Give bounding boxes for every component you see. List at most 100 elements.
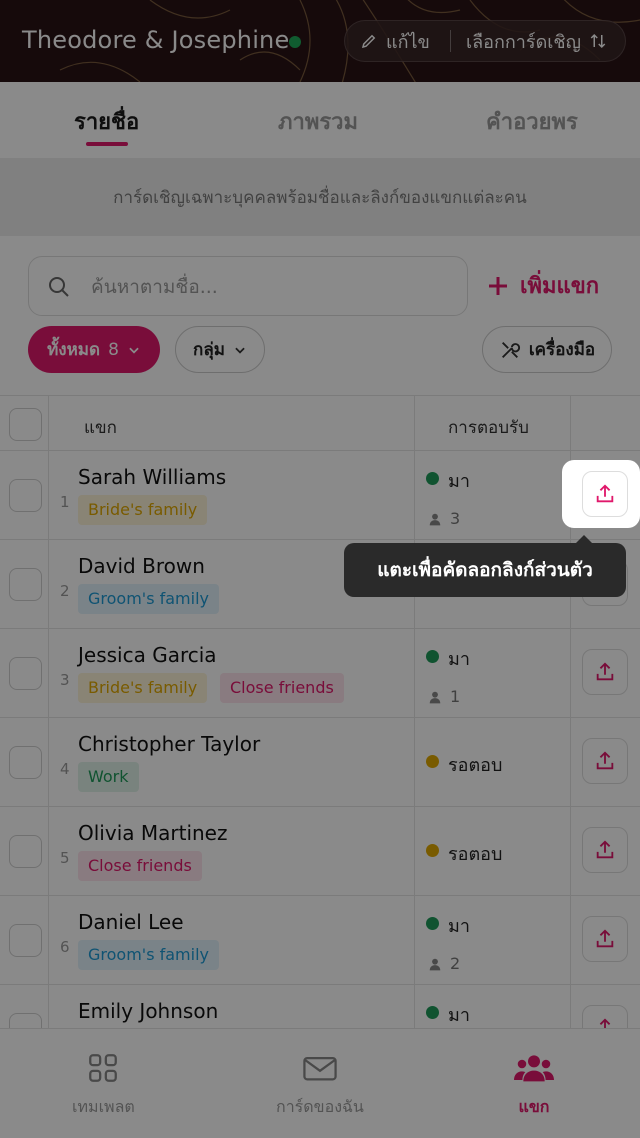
person-icon <box>429 513 441 525</box>
info-banner: การ์ดเชิญเฉพาะบุคคลพร้อมชื่อและลิงก์ของแ… <box>0 158 640 236</box>
tools-label: เครื่องมือ <box>528 340 596 360</box>
guest-name: Jessica Garcia <box>78 643 217 667</box>
share-icon <box>596 662 614 681</box>
choose-card-label: เลือกการ์ดเชิญ <box>466 31 581 53</box>
filter-group-label: กลุ่ม <box>193 340 225 360</box>
guest-name: Sarah Williams <box>78 465 227 489</box>
party-count: 2 <box>450 954 461 973</box>
rsvp-status-dot <box>426 1006 439 1019</box>
row-number: 2 <box>60 582 70 600</box>
table-header: แขก การตอบรับ <box>0 395 640 451</box>
share-link-button[interactable] <box>582 738 628 784</box>
tools-icon <box>501 341 520 358</box>
search-icon <box>49 277 69 297</box>
share-icon <box>596 840 614 859</box>
choose-card-button[interactable]: เลือกการ์ดเชิญ <box>466 22 607 60</box>
row-checkbox[interactable] <box>9 568 42 601</box>
pencil-icon <box>361 34 376 49</box>
share-link-button[interactable] <box>582 649 628 695</box>
filter-all-count: 8 <box>108 339 119 360</box>
online-status-dot <box>289 36 301 48</box>
header-bar: Theodore & Josephine แก้ไข เลือกการ์ดเชิ… <box>0 0 640 82</box>
row-checkbox[interactable] <box>9 746 42 779</box>
coachmark-highlight <box>562 460 640 528</box>
group-tag: Bride's family <box>78 673 208 703</box>
table-row[interactable]: 1 Sarah Williams Bride's family มา 3 <box>0 451 640 540</box>
row-checkbox[interactable] <box>9 924 42 957</box>
party-size: 3 <box>428 509 460 528</box>
group-tag: Groom's family <box>78 584 219 614</box>
rsvp-status-dot <box>426 650 439 663</box>
row-checkbox[interactable] <box>9 479 42 512</box>
tab-overview[interactable]: ภาพรวม <box>278 104 358 139</box>
tools-button[interactable]: เครื่องมือ <box>482 326 612 373</box>
edit-button[interactable]: แก้ไข <box>360 22 430 60</box>
table-row[interactable]: 3 Jessica Garcia Bride's family Close fr… <box>0 629 640 718</box>
chevron-down-icon <box>235 347 245 354</box>
grid-icon <box>89 1054 118 1082</box>
rsvp-status: มา <box>448 1005 470 1026</box>
share-link-button[interactable] <box>582 827 628 873</box>
rsvp-column-header: การตอบรับ <box>448 418 529 438</box>
search-input[interactable] <box>91 267 451 307</box>
nav-templates-label: เทมเพลต <box>72 1097 135 1116</box>
share-link-button[interactable] <box>582 916 628 962</box>
guest-name: Emily Johnson <box>78 999 219 1023</box>
guest-name: Daniel Lee <box>78 910 184 934</box>
people-icon <box>514 1055 554 1082</box>
nav-guests[interactable]: แขก <box>514 1051 554 1120</box>
nav-templates[interactable]: เทมเพลต <box>72 1051 135 1120</box>
rsvp-status: รอตอบ <box>448 844 503 865</box>
pill-divider <box>450 30 451 52</box>
rsvp-status: มา <box>448 649 470 670</box>
select-all-checkbox[interactable] <box>9 408 42 441</box>
edit-label: แก้ไข <box>386 31 430 53</box>
tab-list[interactable]: รายชื่อ <box>74 104 139 139</box>
table-row[interactable]: 5 Olivia Martinez Close friends รอตอบ <box>0 807 640 896</box>
group-tag: Close friends <box>220 673 344 703</box>
guest-name: Christopher Taylor <box>78 732 261 756</box>
group-tag: Groom's family <box>78 940 219 970</box>
nav-guests-label: แขก <box>518 1097 550 1116</box>
guest-name: Olivia Martinez <box>78 821 228 845</box>
coachmark-tooltip: แตะเพื่อคัดลอกลิงก์ส่วนตัว <box>344 535 626 597</box>
person-icon <box>429 958 441 970</box>
table-row[interactable]: 6 Daniel Lee Groom's family มา 2 <box>0 896 640 985</box>
event-title: Theodore & Josephine <box>22 26 290 54</box>
share-link-button[interactable] <box>582 471 628 517</box>
row-number: 3 <box>60 671 70 689</box>
row-number: 1 <box>60 493 70 511</box>
nav-my-cards-label: การ์ดของฉัน <box>276 1097 364 1116</box>
filter-all-label: ทั้งหมด <box>47 340 101 360</box>
add-guest-button[interactable]: เพิ่มแขก <box>486 268 599 303</box>
party-count: 1 <box>450 687 461 706</box>
row-number: 4 <box>60 760 70 778</box>
chevron-down-icon <box>129 347 139 354</box>
row-number: 6 <box>60 938 70 956</box>
nav-my-cards[interactable]: การ์ดของฉัน <box>276 1051 364 1120</box>
plus-icon <box>489 276 507 295</box>
share-icon <box>596 484 614 503</box>
row-number: 5 <box>60 849 70 867</box>
guest-name: David Brown <box>78 554 205 578</box>
filter-all-chip[interactable]: ทั้งหมด 8 <box>28 326 160 373</box>
active-tab-indicator <box>86 142 128 146</box>
share-icon <box>596 751 614 770</box>
guest-table: แขก การตอบรับ 1 Sarah Williams Bride's f… <box>0 395 640 1074</box>
guest-column-header: แขก <box>84 418 117 438</box>
rsvp-status-dot <box>426 844 439 857</box>
group-tag: Bride's family <box>78 495 208 525</box>
rsvp-status: มา <box>448 916 470 937</box>
party-size: 1 <box>428 687 460 706</box>
person-icon <box>429 691 441 703</box>
guest-list-screen: Theodore & Josephine แก้ไข เลือกการ์ดเชิ… <box>0 0 640 1138</box>
tab-wishes[interactable]: คำอวยพร <box>486 104 578 139</box>
row-checkbox[interactable] <box>9 657 42 690</box>
filter-group-chip[interactable]: กลุ่ม <box>175 326 265 373</box>
rsvp-status-dot <box>426 755 439 768</box>
bottom-nav: เทมเพลต การ์ดของฉัน แขก <box>0 1028 640 1138</box>
table-row[interactable]: 4 Christopher Taylor Work รอตอบ <box>0 718 640 807</box>
rsvp-status: มา <box>448 471 470 492</box>
group-tag: Close friends <box>78 851 202 881</box>
row-checkbox[interactable] <box>9 835 42 868</box>
